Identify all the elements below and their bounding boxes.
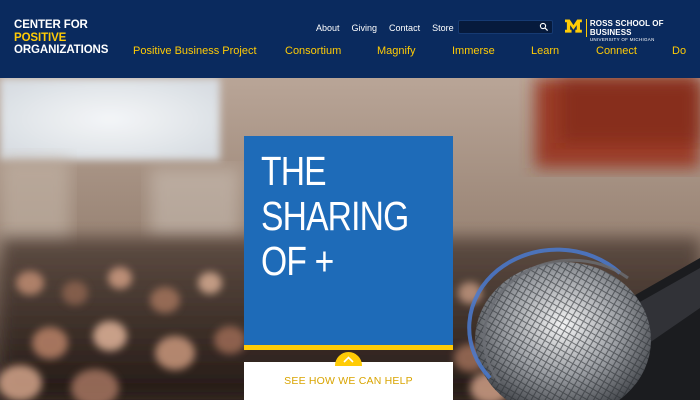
search-icon[interactable] — [539, 22, 549, 32]
nav-magnify[interactable]: Magnify — [377, 45, 416, 57]
promo-line-3: OF + — [261, 238, 334, 284]
cta-button[interactable]: SEE HOW WE CAN HELP — [244, 362, 453, 400]
nav-connect[interactable]: Connect — [596, 45, 637, 57]
utility-nav: About Giving Contact Store — [316, 23, 454, 33]
nav-immerse[interactable]: Immerse — [452, 45, 495, 57]
nav-do[interactable]: Do — [672, 45, 686, 57]
utility-link-about[interactable]: About — [316, 23, 340, 33]
promo-line-2: SHARING — [261, 193, 409, 239]
utility-link-giving[interactable]: Giving — [352, 23, 378, 33]
promo-line-1: THE — [261, 148, 327, 194]
nav-positive-business-project[interactable]: Positive Business Project — [133, 45, 257, 57]
search-input[interactable] — [459, 25, 539, 38]
chevron-up-icon — [343, 356, 354, 363]
nav-learn[interactable]: Learn — [531, 45, 559, 57]
logo-line-2: POSITIVE — [14, 31, 67, 44]
search-box — [458, 20, 553, 38]
site-header: CENTER FOR POSITIVE ORGANIZATIONS About … — [0, 0, 700, 78]
utility-link-contact[interactable]: Contact — [389, 23, 420, 33]
ross-name: ROSS SCHOOL OF BUSINESS — [585, 19, 700, 37]
promo-accent-bar — [244, 345, 453, 350]
block-m-icon — [565, 19, 582, 33]
cta-label: SEE HOW WE CAN HELP — [284, 375, 413, 387]
main-nav: Positive Business Project Consortium Mag… — [0, 45, 700, 59]
promo-box: THE SHARING OF + — [244, 136, 453, 345]
ross-logo[interactable]: ROSS SCHOOL OF BUSINESS UNIVERSITY OF MI… — [565, 19, 700, 43]
utility-link-store[interactable]: Store — [432, 23, 454, 33]
logo-line-1: CENTER FOR — [14, 19, 88, 31]
nav-consortium[interactable]: Consortium — [285, 45, 341, 57]
ross-sub: UNIVERSITY OF MICHIGAN — [589, 37, 655, 42]
